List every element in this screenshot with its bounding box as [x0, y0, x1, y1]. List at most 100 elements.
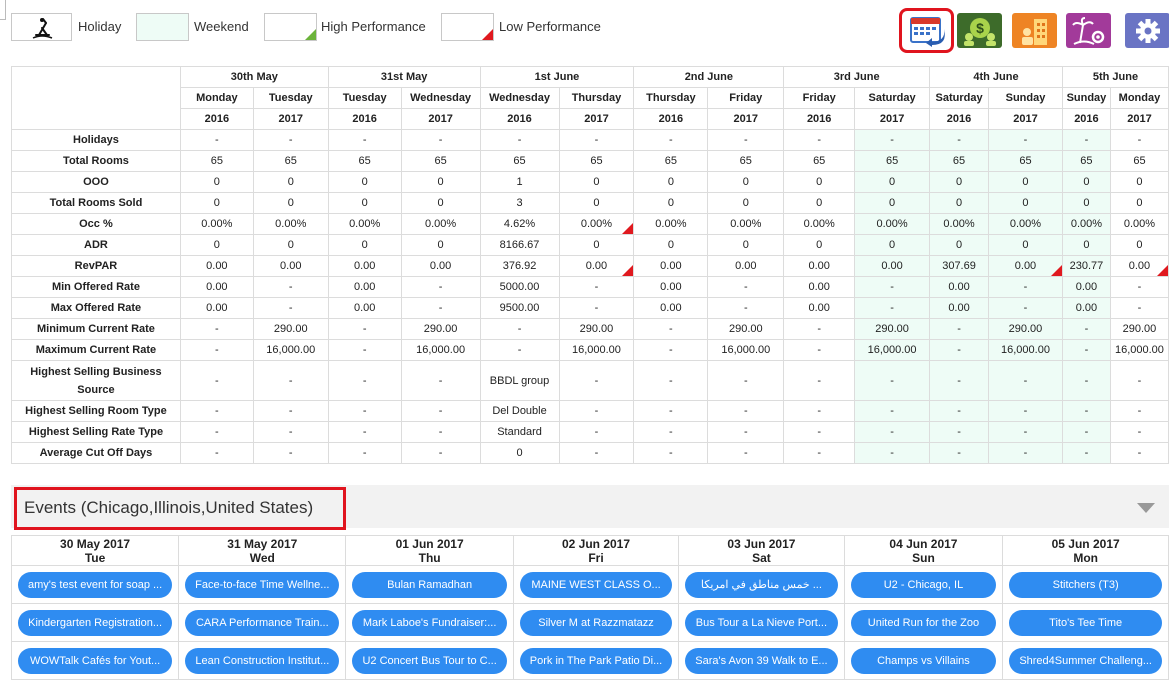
- event-pill[interactable]: Champs vs Villains: [850, 647, 997, 674]
- event-date: 02 Jun 2017: [561, 536, 631, 551]
- cell-value: 0.00%: [730, 218, 762, 230]
- table-cell: 0.00: [633, 255, 709, 277]
- table-cell: 0.00%: [1061, 213, 1111, 235]
- cell-value: 0.00: [585, 260, 608, 272]
- side-panel-tab[interactable]: [0, 0, 6, 20]
- table-cell: 0.00: [929, 276, 990, 298]
- table-cell: 0.00%: [929, 213, 990, 235]
- event-day-header: 05 Jun 2017 Mon: [1002, 535, 1169, 566]
- event-pill[interactable]: Bulan Ramadhan: [352, 571, 507, 598]
- event-pill[interactable]: Bus Tour a La Nieve Port...: [685, 609, 838, 636]
- event-day-header: 30 May 2017 Tue: [10, 535, 180, 566]
- cell-value: -: [669, 426, 673, 438]
- cell-value: -: [1137, 281, 1142, 293]
- cell-value: -: [362, 323, 367, 335]
- table-row: Highest Selling Business Source - - - - BBDL …: [11, 360, 1169, 401]
- table-cell: -: [854, 442, 931, 464]
- cell-value: -: [669, 374, 673, 387]
- calendar-compare-button[interactable]: [899, 8, 954, 53]
- table-cell: -: [1109, 297, 1169, 319]
- event-pill[interactable]: Pork in The Park Patio Di...: [519, 647, 673, 674]
- table-cell: -: [633, 129, 709, 151]
- events-body: amy's test event for soap ... Face-to-fac…: [10, 565, 1169, 680]
- hotel-building-button[interactable]: [1012, 13, 1057, 48]
- cell-value: -: [215, 374, 219, 387]
- event-pill[interactable]: Kindergarten Registration...: [18, 609, 173, 636]
- table-cell: 65: [988, 150, 1063, 172]
- event-pill[interactable]: Mark Laboe's Fundraiser:...: [352, 609, 507, 636]
- cell-value: 65: [1080, 155, 1093, 167]
- table-cell: 307.69: [929, 255, 990, 277]
- year-header: 2016: [929, 108, 990, 130]
- event-date: 03 Jun 2017: [727, 536, 796, 551]
- table-cell: 0: [252, 234, 329, 256]
- event-pill[interactable]: U2 Concert Bus Tour to C...: [352, 647, 507, 674]
- table-row: Max Offered Rate 0.00 - 0.00 - 9500.00 - 0.00 - 0…: [11, 297, 1169, 319]
- holiday-settings-button[interactable]: [1066, 13, 1111, 48]
- table-cell: -: [327, 442, 402, 464]
- cell-value: 0: [516, 447, 523, 459]
- event-pill[interactable]: Lean Construction Institut...: [185, 647, 340, 674]
- cell-value: -: [957, 344, 961, 356]
- date-header: 31st May: [327, 66, 481, 88]
- event-pill[interactable]: CARA Performance Train...: [185, 609, 340, 636]
- cell-value: 0: [1083, 197, 1090, 209]
- event-pill[interactable]: Stitchers (T3): [1009, 571, 1162, 598]
- event-pill[interactable]: MAINE WEST CLASS O...: [519, 571, 673, 598]
- cell-value: 0: [593, 176, 600, 188]
- cell-value: 65: [434, 155, 447, 167]
- table-cell: -: [1061, 442, 1111, 464]
- cell-value: 307.69: [942, 260, 976, 272]
- event-pill[interactable]: United Run for the Zoo: [850, 609, 997, 636]
- settings-button[interactable]: [1125, 13, 1169, 48]
- table-cell: 16,000.00: [988, 339, 1063, 361]
- table-cell: 65: [479, 150, 560, 172]
- table-cell: 5000.00: [479, 276, 560, 298]
- event-cell: Mark Laboe's Fundraiser:...: [345, 603, 514, 642]
- table-cell: 4.62%: [479, 213, 560, 235]
- event-pill[interactable]: Sara's Avon 39 Walk to E...: [685, 647, 838, 674]
- table-cell: -: [327, 318, 402, 340]
- event-pill[interactable]: Silver M at Razzmatazz: [519, 609, 673, 636]
- event-pill[interactable]: WOWTalk Cafés for Yout...: [18, 647, 173, 674]
- table-cell: 16,000.00: [400, 339, 481, 361]
- event-pill[interactable]: Face-to-face Time Wellne...: [185, 571, 340, 598]
- table-cell: 0.00%: [400, 213, 481, 235]
- hotel-building-icon: [1021, 18, 1047, 45]
- weekend-label: Weekend: [194, 19, 249, 34]
- cell-value: -: [288, 405, 293, 417]
- table-cell: -: [252, 276, 329, 298]
- table-cell: -: [1109, 360, 1169, 401]
- cell-value: 0.00%: [1123, 218, 1156, 230]
- event-pill[interactable]: Shred4Summer Challeng...: [1009, 647, 1162, 674]
- table-cell: 16,000.00: [252, 339, 329, 361]
- table-cell: 0.00: [179, 297, 254, 319]
- event-cell: amy's test event for soap ...: [10, 565, 180, 604]
- cell-value: -: [743, 281, 748, 293]
- collapse-caret-icon[interactable]: [1137, 503, 1155, 513]
- table-cell: -: [479, 339, 560, 361]
- cell-value: -: [1137, 405, 1142, 417]
- table-cell: 0: [783, 192, 856, 214]
- event-pill[interactable]: U2 - Chicago, IL: [850, 571, 997, 598]
- event-pill[interactable]: خمس مناطق في امريكا ...: [685, 571, 838, 598]
- cell-value: -: [1023, 374, 1028, 387]
- table-cell: 65: [179, 150, 254, 172]
- cell-value: -: [594, 281, 599, 293]
- events-header[interactable]: Events (Chicago,Illinois,United States): [11, 485, 1169, 530]
- table-cell: -: [179, 129, 254, 151]
- table-cell: -: [633, 360, 709, 401]
- header-dates-row: 30th May 31st May 1st June 2nd June 3rd June…: [11, 66, 1169, 130]
- table-cell: 0.00%: [854, 213, 931, 235]
- table-cell: -: [327, 400, 402, 422]
- revenue-users-button[interactable]: $: [957, 13, 1002, 48]
- table-cell: 0: [252, 171, 329, 193]
- cell-value: -: [1137, 134, 1142, 146]
- day-header: Sunday: [1061, 87, 1111, 109]
- table-cell: -: [179, 442, 254, 464]
- cell-value: -: [215, 426, 219, 438]
- event-pill[interactable]: amy's test event for soap ...: [18, 571, 173, 598]
- cell-value: 0.00%: [803, 218, 835, 230]
- cell-value: 3: [516, 197, 523, 209]
- event-pill[interactable]: Tito's Tee Time: [1009, 609, 1162, 636]
